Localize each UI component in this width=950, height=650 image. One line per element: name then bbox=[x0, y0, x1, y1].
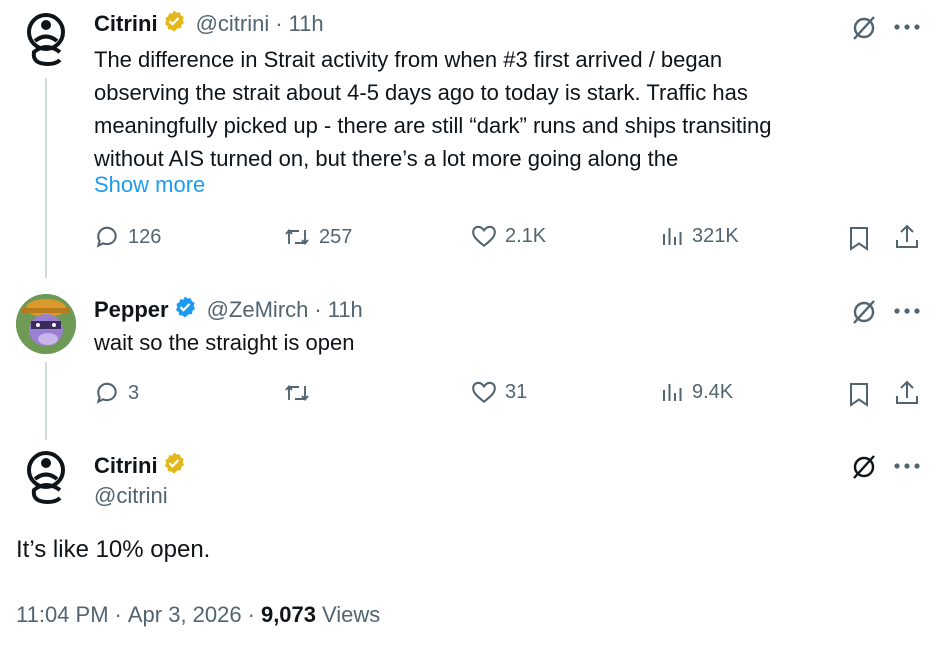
author-name[interactable]: Citrini bbox=[94, 11, 158, 37]
author-handle[interactable]: @ZeMirch bbox=[207, 297, 309, 323]
tweet-line: meaningfully picked up - there are still… bbox=[94, 113, 772, 138]
avatar[interactable] bbox=[16, 8, 76, 68]
like-count: 2.1K bbox=[505, 224, 547, 247]
views-button[interactable]: 321K bbox=[660, 224, 739, 248]
tweet-time[interactable]: 11:04 PM bbox=[16, 602, 109, 628]
tweet-date[interactable]: Apr 3, 2026 bbox=[128, 602, 242, 628]
tweet-line: observing the strait about 4-5 days ago … bbox=[94, 80, 748, 105]
main-tweet-header: Citrini bbox=[94, 451, 186, 480]
tweet-line: without AIS turned on, but there’s a lot… bbox=[94, 146, 679, 171]
separator: · bbox=[314, 296, 322, 322]
repost-icon bbox=[283, 224, 311, 250]
more-icon[interactable] bbox=[890, 296, 924, 326]
grok-icon[interactable] bbox=[848, 296, 880, 328]
separator: · bbox=[114, 602, 122, 627]
like-icon bbox=[471, 380, 497, 404]
bookmark-icon[interactable] bbox=[845, 224, 873, 254]
author-handle[interactable]: @citrini bbox=[196, 11, 270, 37]
tweet-text: wait so the straight is open bbox=[94, 330, 355, 355]
separator: · bbox=[247, 602, 255, 627]
repost-icon bbox=[283, 380, 311, 406]
citrini-logo-icon bbox=[27, 451, 65, 505]
separator: · bbox=[275, 10, 283, 36]
avatar[interactable] bbox=[16, 294, 76, 354]
repost-count: 257 bbox=[319, 225, 353, 248]
pepper-avatar-icon bbox=[16, 294, 76, 354]
show-more-link[interactable]: Show more bbox=[94, 172, 205, 198]
bookmark-icon[interactable] bbox=[845, 380, 873, 410]
tweet-header: Citrini @citrini · 11h bbox=[94, 9, 324, 38]
share-icon[interactable] bbox=[892, 378, 922, 408]
reply-button[interactable]: 126 bbox=[94, 224, 161, 250]
thread-line bbox=[45, 78, 47, 278]
reply-icon bbox=[94, 224, 120, 250]
tweet-line: The difference in Strait activity from w… bbox=[94, 47, 723, 72]
citrini-logo-icon bbox=[27, 13, 65, 67]
author-handle[interactable]: @citrini bbox=[94, 483, 168, 509]
main-tweet-text: It’s like 10% open. bbox=[16, 536, 211, 563]
share-icon[interactable] bbox=[892, 222, 922, 252]
like-count: 31 bbox=[505, 380, 528, 403]
views-count: 9,073 bbox=[260, 602, 317, 627]
tweet-header: Pepper @ZeMirch · 11h bbox=[94, 295, 363, 324]
verified-badge-icon bbox=[162, 9, 186, 38]
more-icon[interactable] bbox=[890, 12, 924, 42]
grok-icon[interactable] bbox=[848, 451, 880, 483]
grok-icon[interactable] bbox=[848, 12, 880, 44]
like-button[interactable]: 2.1K bbox=[471, 224, 546, 248]
repost-button[interactable] bbox=[283, 380, 319, 406]
tweet-text: The difference in Strait activity from w… bbox=[94, 43, 771, 175]
avatar[interactable] bbox=[16, 446, 76, 506]
more-icon[interactable] bbox=[890, 451, 924, 481]
author-name[interactable]: Citrini bbox=[94, 453, 158, 479]
author-name[interactable]: Pepper bbox=[94, 297, 169, 323]
timestamp[interactable]: 11h bbox=[328, 297, 363, 323]
repost-button[interactable]: 257 bbox=[283, 224, 352, 250]
views-count: 9.4K bbox=[692, 380, 734, 403]
thread-line bbox=[45, 362, 47, 440]
views-count: 321K bbox=[692, 224, 739, 247]
main-tweet-meta: 11:04 PM · Apr 3, 2026 · 9,073 Views bbox=[16, 602, 380, 628]
reply-count: 3 bbox=[128, 381, 140, 404]
reply-button[interactable]: 3 bbox=[94, 380, 139, 406]
views-button[interactable]: 9.4K bbox=[660, 380, 733, 404]
views-icon bbox=[660, 224, 684, 248]
verified-badge-icon bbox=[173, 295, 197, 324]
timestamp[interactable]: 11h bbox=[289, 11, 324, 37]
like-button[interactable]: 31 bbox=[471, 380, 527, 404]
views-icon bbox=[660, 380, 684, 404]
verified-badge-icon bbox=[162, 451, 186, 480]
views-label: Views bbox=[322, 602, 381, 627]
reply-count: 126 bbox=[128, 225, 162, 248]
like-icon bbox=[471, 224, 497, 248]
reply-icon bbox=[94, 380, 120, 406]
